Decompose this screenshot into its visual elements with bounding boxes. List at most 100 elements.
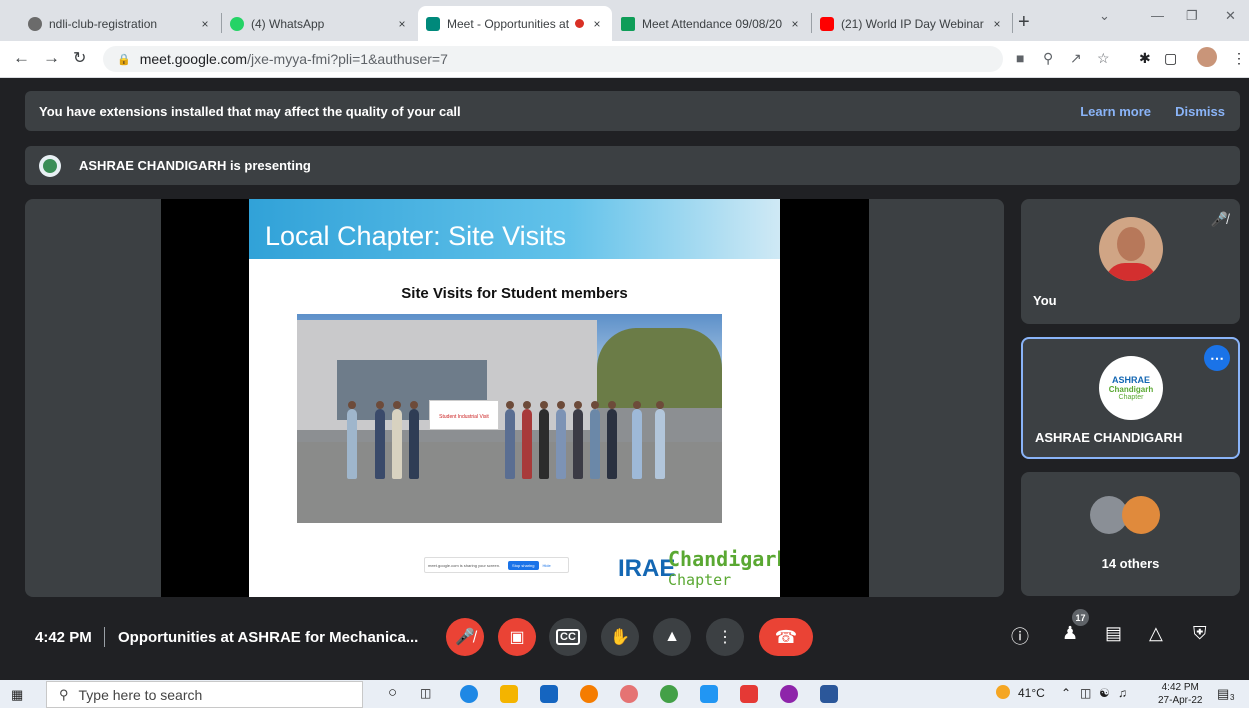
anydesk-icon[interactable] — [740, 685, 758, 703]
dismiss-button[interactable]: Dismiss — [1175, 104, 1225, 119]
hand-icon: ✋ — [610, 629, 630, 646]
tab-close-icon[interactable]: × — [788, 17, 802, 31]
participant-tile-ashrae[interactable]: ASHRAE Chandigarh Chapter ⋯ ASHRAE CHAND… — [1021, 337, 1240, 459]
photo-person — [632, 401, 642, 479]
tab-close-icon[interactable]: × — [198, 17, 212, 31]
tab-meet-attendance[interactable]: Meet Attendance 09/08/202 × — [613, 6, 810, 41]
meeting-details-icon[interactable]: ⓘ — [1011, 623, 1029, 649]
learn-more-link[interactable]: Learn more — [1080, 104, 1151, 119]
present-now-button[interactable]: ▲ — [653, 618, 691, 656]
chat-icon[interactable]: ▤ — [1105, 623, 1122, 644]
captions-icon: CC — [556, 629, 580, 645]
camera-in-use-icon[interactable]: ■ — [1016, 50, 1024, 66]
back-icon[interactable]: ← — [13, 48, 30, 68]
participant-tile-others[interactable]: 14 others — [1021, 472, 1240, 596]
taskbar-search-box[interactable]: ⚲ Type here to search — [46, 681, 363, 708]
reload-icon[interactable]: ↻ — [73, 48, 86, 68]
presenter-logo-icon — [43, 158, 57, 173]
minimize-icon[interactable]: — — [1151, 8, 1164, 23]
more-options-button[interactable]: ⋯ — [1204, 345, 1230, 371]
stop-sharing-button[interactable]: Stop sharing — [508, 560, 539, 570]
host-controls-icon[interactable]: ⛨ — [1193, 623, 1207, 644]
avatar-face — [1117, 227, 1145, 261]
restore-icon[interactable]: ❐ — [1186, 8, 1198, 24]
participant-name: 14 others — [1101, 556, 1160, 571]
meeting-title: Opportunities at ASHRAE for Mechanica... — [118, 629, 419, 646]
battery-icon[interactable]: ◫ — [1080, 686, 1091, 700]
file-explorer-icon[interactable] — [500, 685, 518, 703]
app-icon[interactable] — [620, 685, 638, 703]
windows-start-icon[interactable]: ▦ — [11, 687, 23, 703]
tab-youtube-webinar[interactable]: (21) World IP Day Webinar: II × — [812, 6, 1012, 41]
chrome-menu-icon[interactable]: ⋮ — [1232, 50, 1246, 67]
new-tab-button[interactable]: + — [1018, 11, 1030, 34]
profile-avatar[interactable] — [1197, 47, 1217, 67]
tab-meet[interactable]: Meet - Opportunities at × — [418, 6, 612, 41]
address-bar[interactable]: 🔒 meet.google.com/jxe-myya-fmi?pli=1&aut… — [103, 46, 1003, 72]
weather-temp[interactable]: 41°C — [1018, 686, 1045, 700]
teamviewer-icon[interactable] — [700, 685, 718, 703]
mic-off-icon: 🎤̸ — [455, 629, 475, 646]
tab-close-icon[interactable]: × — [590, 17, 604, 31]
search-placeholder: Type here to search — [78, 686, 203, 703]
avatar-shirt — [1105, 263, 1157, 281]
photo-banner-sign: Student Industrial Visit — [429, 400, 499, 430]
word-icon[interactable] — [820, 685, 838, 703]
search-icon: ⚲ — [59, 686, 69, 702]
volume-icon[interactable]: ♫ — [1118, 686, 1127, 700]
task-view-icon[interactable]: ◫ — [420, 686, 431, 700]
mic-toggle-button[interactable]: 🎤̸ — [446, 618, 484, 656]
tab-title: (21) World IP Day Webinar: II — [841, 16, 984, 31]
hide-sharing-bar-button[interactable]: Hide — [543, 563, 551, 568]
store-icon[interactable] — [540, 685, 558, 703]
tab-whatsapp[interactable]: (4) WhatsApp × — [222, 6, 417, 41]
activities-icon[interactable]: △ — [1149, 623, 1163, 644]
slide-logo-chapter: Chapter — [668, 571, 732, 589]
notifications-icon[interactable]: ▤ — [1217, 686, 1229, 702]
sheets-icon — [621, 16, 635, 31]
lock-icon: 🔒 — [117, 53, 131, 66]
presenting-text: ASHRAE CHANDIGARH is presenting — [79, 158, 311, 173]
extensions-puzzle-icon[interactable]: ✱ — [1139, 50, 1151, 67]
camera-toggle-button[interactable]: ▣ — [498, 618, 536, 656]
url-path: /jxe-myya-fmi?pli=1&authuser=7 — [247, 51, 448, 67]
tab-close-icon[interactable]: × — [990, 17, 1004, 31]
tab-close-icon[interactable]: × — [395, 17, 409, 31]
chrome-icon[interactable] — [660, 685, 678, 703]
participant-tile-you[interactable]: 🎤̸ You — [1021, 199, 1240, 324]
edge-icon[interactable] — [460, 685, 478, 703]
tab-title: Meet Attendance 09/08/202 — [642, 16, 782, 31]
meeting-clock: 4:42 PM — [35, 629, 92, 646]
extension-warning-banner: You have extensions installed that may a… — [25, 91, 1240, 131]
photo-person-head — [633, 401, 641, 409]
raise-hand-button[interactable]: ✋ — [601, 618, 639, 656]
sharing-notice-text: meet.google.com is sharing your screen. — [428, 562, 501, 568]
captions-button[interactable]: CC — [549, 618, 587, 656]
forward-icon[interactable]: → — [43, 48, 60, 68]
cortana-icon[interactable]: ○ — [388, 684, 397, 701]
notification-count: 3 — [1230, 693, 1235, 702]
window-close-icon[interactable]: ✕ — [1225, 8, 1236, 24]
tray-chevron-icon[interactable]: ⌃ — [1061, 686, 1071, 700]
photo-person-head — [523, 401, 531, 409]
leave-call-button[interactable]: ☎ — [759, 618, 813, 656]
wifi-icon[interactable]: ☯ — [1099, 686, 1110, 700]
avatar-text: Chapter — [1118, 394, 1144, 401]
bookmark-star-icon[interactable]: ☆ — [1097, 50, 1110, 67]
share-icon[interactable]: ↗ — [1070, 50, 1082, 67]
chrome-profile-icon[interactable] — [780, 685, 798, 703]
side-panel-icon[interactable]: ▢ — [1164, 50, 1177, 67]
people-icon[interactable]: ♟ — [1062, 623, 1078, 644]
taskbar-clock[interactable]: 4:42 PM 27-Apr-22 — [1158, 681, 1202, 707]
meet-icon — [426, 16, 440, 31]
zoom-icon[interactable]: ⚲ — [1043, 50, 1053, 67]
avatar: ASHRAE Chandigarh Chapter — [1099, 356, 1163, 420]
tab-ndli-club-registration[interactable]: ndli-club-registration × — [20, 6, 220, 41]
photo-person — [409, 401, 419, 479]
photo-person-head — [557, 401, 565, 409]
chrome-canary-icon[interactable] — [580, 685, 598, 703]
photo-tree — [597, 328, 722, 408]
participant-name: You — [1033, 293, 1057, 308]
tab-search-icon[interactable]: ⌄ — [1099, 8, 1110, 24]
more-options-button[interactable]: ⋮ — [706, 618, 744, 656]
